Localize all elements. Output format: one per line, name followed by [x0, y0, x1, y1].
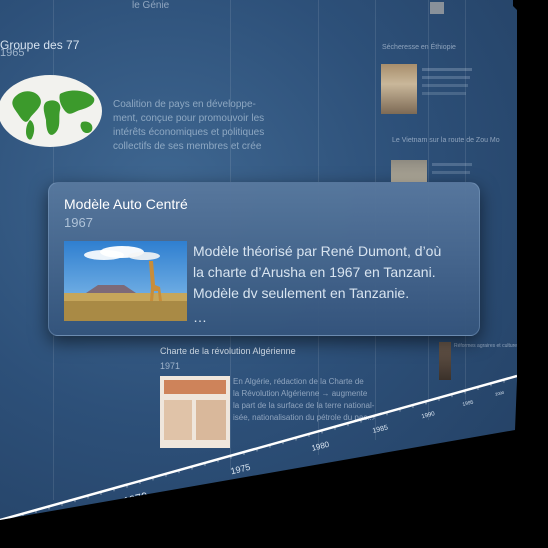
- event-card-year: 1967: [64, 215, 93, 230]
- event-card-desc-line: Modèle théorisé par René Dumont, d’où: [193, 243, 442, 259]
- axis-label-2000: 2000: [495, 390, 506, 397]
- axis-label-1995: 1995: [462, 399, 474, 408]
- timeline-canvas[interactable]: le Génie Groupe des 77 1965 Coalition de…: [0, 0, 517, 520]
- event-card-desc-line: Modèle dv seulement en Tanzanie.: [193, 285, 410, 301]
- axis-label-1980: 1980: [311, 440, 331, 453]
- axis-label-1975: 1975: [230, 462, 252, 477]
- event-card-title: Modèle Auto Centré: [64, 196, 188, 212]
- axis-label-1985: 1985: [372, 424, 389, 435]
- axis-label-1990: 1990: [421, 411, 436, 420]
- axis-label-1970: 1970: [122, 491, 149, 509]
- event-card-modele-auto-centre[interactable]: Modèle Auto Centré 1967 Modèle théorisé …: [48, 182, 480, 336]
- event-card-more: …: [193, 309, 207, 325]
- event-card-desc-line: la charte d’Arusha en 1967 en Tanzani.: [193, 264, 436, 280]
- giraffe-savanna-image: [64, 241, 187, 321]
- axis-line: [0, 374, 517, 520]
